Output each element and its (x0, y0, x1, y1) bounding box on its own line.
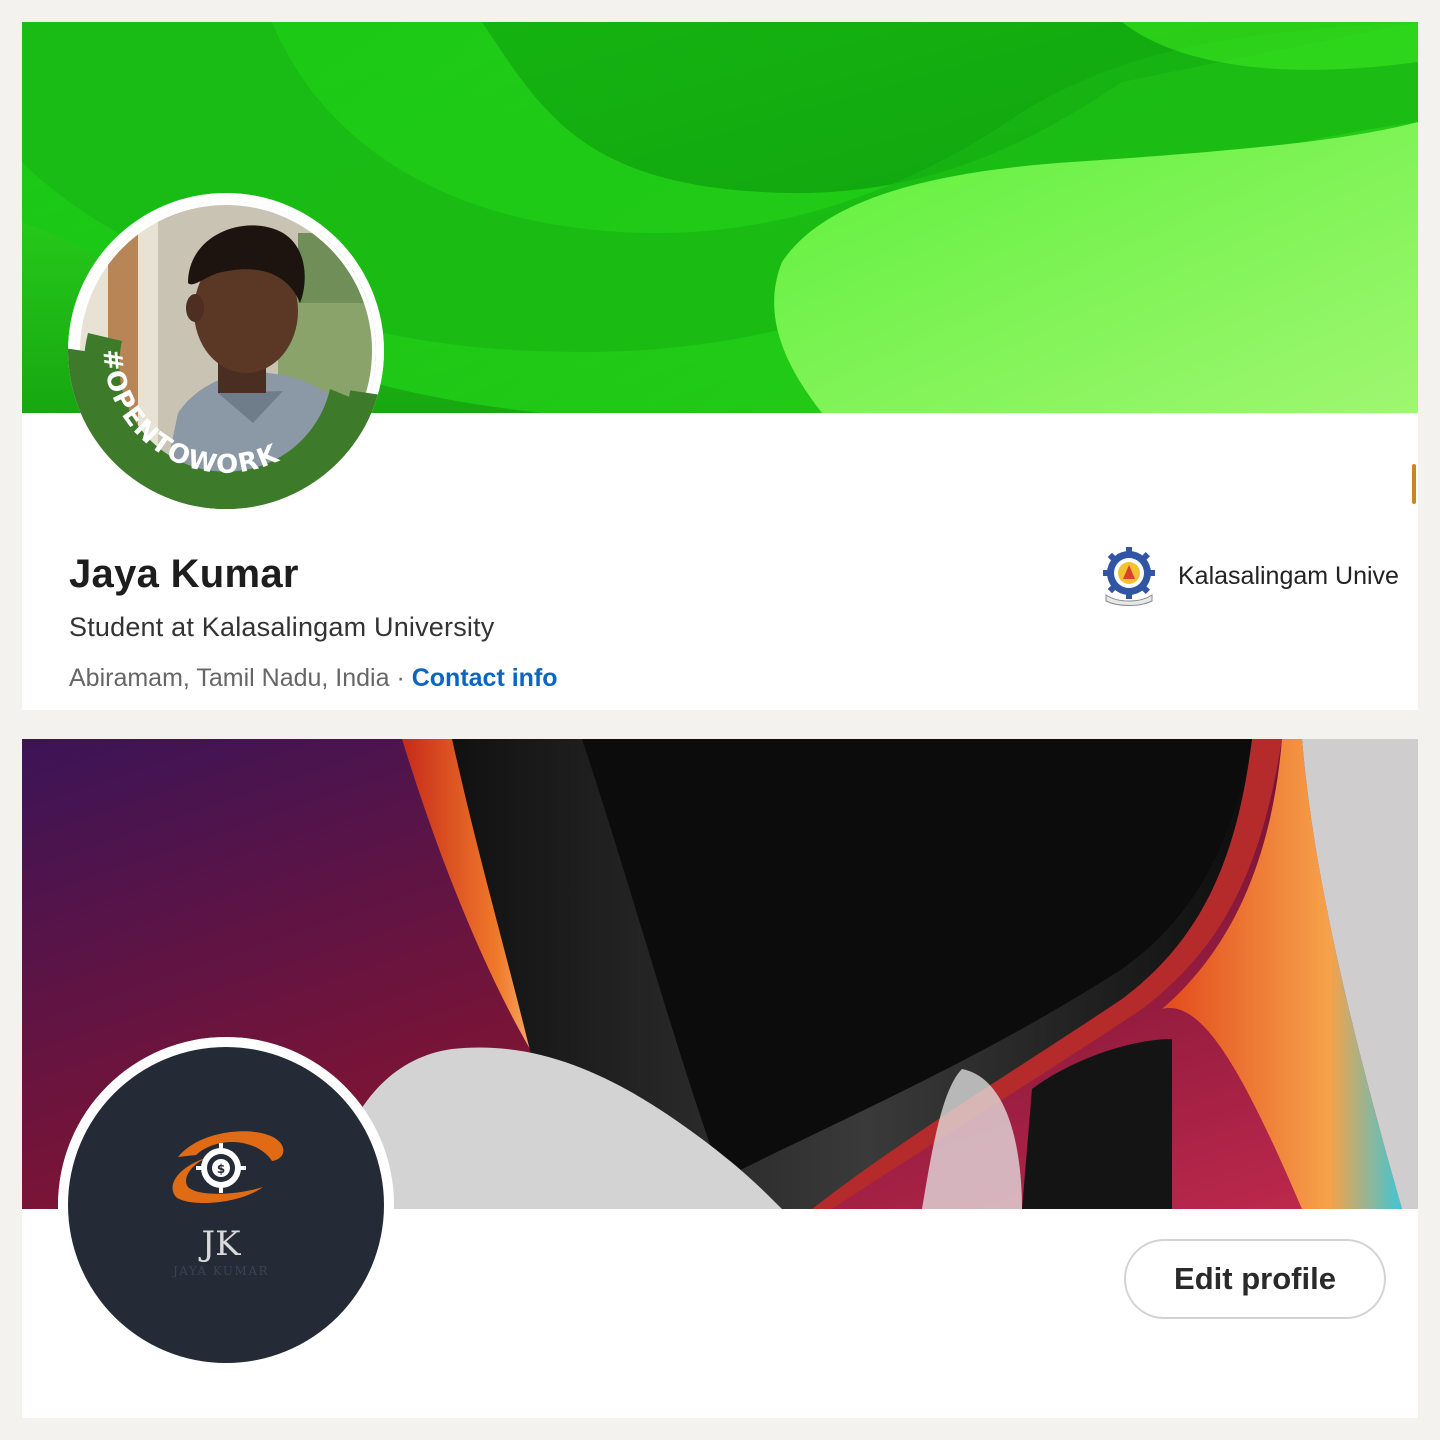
svg-text:$: $ (217, 1162, 225, 1176)
side-indicator (1412, 464, 1416, 504)
brand-logo-avatar[interactable]: $ JK JAYA KUMAR (58, 1037, 394, 1373)
location-row: Abiramam, Tamil Nadu, India · Contact in… (69, 664, 558, 693)
profile-headline: Student at Kalasalingam University (69, 612, 495, 642)
profile-name: Jaya Kumar (69, 552, 299, 596)
edit-profile-button[interactable]: Edit profile (1124, 1239, 1386, 1319)
university-crest-icon (1103, 547, 1155, 606)
profile-card-top: #OPENTOWORK Jaya Kumar Student at Kalasa… (22, 22, 1418, 710)
profile-photo[interactable]: #OPENTOWORK (68, 193, 384, 509)
jk-brand-logo: $ JK JAYA KUMAR (58, 1037, 394, 1373)
logo-initials: JK (198, 1224, 241, 1264)
education-name: Kalasalingam Unive (1178, 561, 1399, 590)
profile-photo-image: #OPENTOWORK (68, 193, 384, 509)
profile-card-bottom: $ JK JAYA KUMAR Edit profile (22, 739, 1418, 1418)
separator-dot: · (389, 664, 412, 692)
education-entry[interactable]: Kalasalingam Unive (1098, 546, 1399, 606)
logo-subtitle: JAYA KUMAR (171, 1264, 269, 1278)
contact-info-link[interactable]: Contact info (412, 664, 558, 692)
location-text: Abiramam, Tamil Nadu, India (69, 664, 390, 692)
